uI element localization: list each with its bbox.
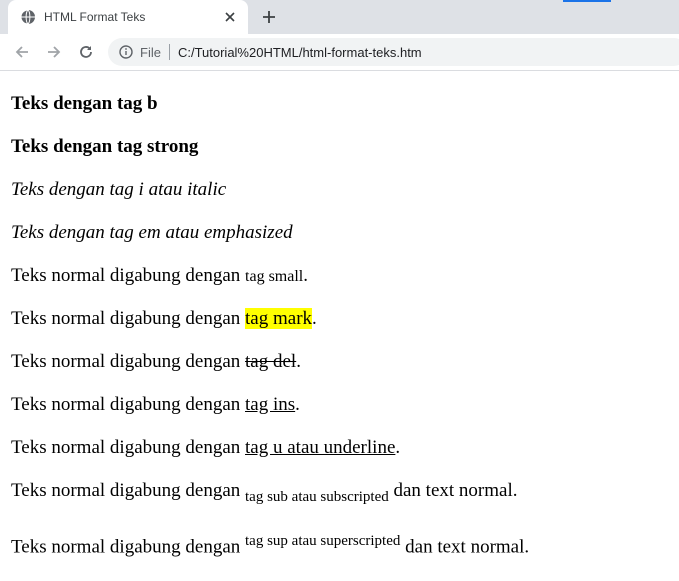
- period: .: [296, 351, 301, 372]
- address-bar[interactable]: File C:/Tutorial%20HTML/html-format-teks…: [108, 38, 679, 66]
- ins-text: tag ins: [245, 394, 296, 415]
- normal-text: Teks normal digabung dengan: [11, 265, 246, 286]
- browser-toolbar: File C:/Tutorial%20HTML/html-format-teks…: [0, 34, 679, 71]
- del-line: Teks normal digabung dengan tag del.: [11, 351, 301, 373]
- em-line: Teks dengan tag em atau emphasized: [11, 222, 293, 243]
- omnibox-divider: [168, 44, 170, 60]
- arrow-left-icon[interactable]: [12, 42, 32, 62]
- arrow-right-icon[interactable]: [44, 42, 64, 62]
- mark-line: Teks normal digabung dengan tag mark.: [11, 308, 317, 330]
- underline-text: tag u atau underline: [245, 437, 396, 458]
- mark-text: tag mark: [245, 308, 313, 329]
- period: .: [312, 308, 317, 329]
- plus-icon[interactable]: [260, 8, 278, 26]
- globe-icon: [20, 9, 36, 25]
- del-text: tag del: [245, 351, 297, 372]
- normal-text: Teks normal digabung dengan: [11, 437, 246, 458]
- close-icon[interactable]: [222, 9, 238, 25]
- info-icon[interactable]: [118, 44, 134, 60]
- sup-text: tag sup atau superscripted: [245, 533, 401, 549]
- italic-line: Teks dengan tag i atau italic: [11, 179, 227, 200]
- tabstrip-accent: [563, 0, 611, 2]
- suffix-text: dan text normal.: [388, 480, 518, 501]
- sup-line: Teks normal digabung dengan tag sup atau…: [11, 533, 529, 558]
- normal-text: Teks normal digabung dengan: [11, 536, 246, 558]
- url-text[interactable]: C:/Tutorial%20HTML/html-format-teks.htm: [178, 45, 422, 60]
- suffix-text: dan text normal.: [400, 536, 530, 558]
- normal-text: Teks normal digabung dengan: [11, 308, 246, 329]
- sub-line: Teks normal digabung dengan tag sub atau…: [11, 480, 517, 506]
- period: .: [395, 437, 401, 458]
- reload-icon[interactable]: [76, 42, 96, 62]
- bold-line: Teks dengan tag b: [11, 93, 158, 114]
- normal-text: Teks normal digabung dengan: [11, 394, 246, 415]
- active-tab[interactable]: HTML Format Teks: [8, 0, 248, 34]
- sub-text: tag sub atau subscripted: [245, 488, 389, 505]
- strong-line: Teks dengan tag strong: [11, 136, 199, 157]
- ins-line: Teks normal digabung dengan tag ins.: [11, 394, 300, 416]
- period: .: [295, 394, 300, 415]
- tab-title: HTML Format Teks: [44, 10, 146, 24]
- url-scheme-label: File: [140, 44, 161, 60]
- period: .: [303, 265, 308, 286]
- underline-line: Teks normal digabung dengan tag u atau u…: [11, 437, 400, 459]
- normal-text: Teks normal digabung dengan: [11, 351, 246, 372]
- small-text: tag small: [245, 268, 304, 285]
- small-line: Teks normal digabung dengan tag small.: [11, 265, 308, 287]
- normal-text: Teks normal digabung dengan: [11, 480, 246, 501]
- tab-strip: HTML Format Teks: [0, 0, 679, 34]
